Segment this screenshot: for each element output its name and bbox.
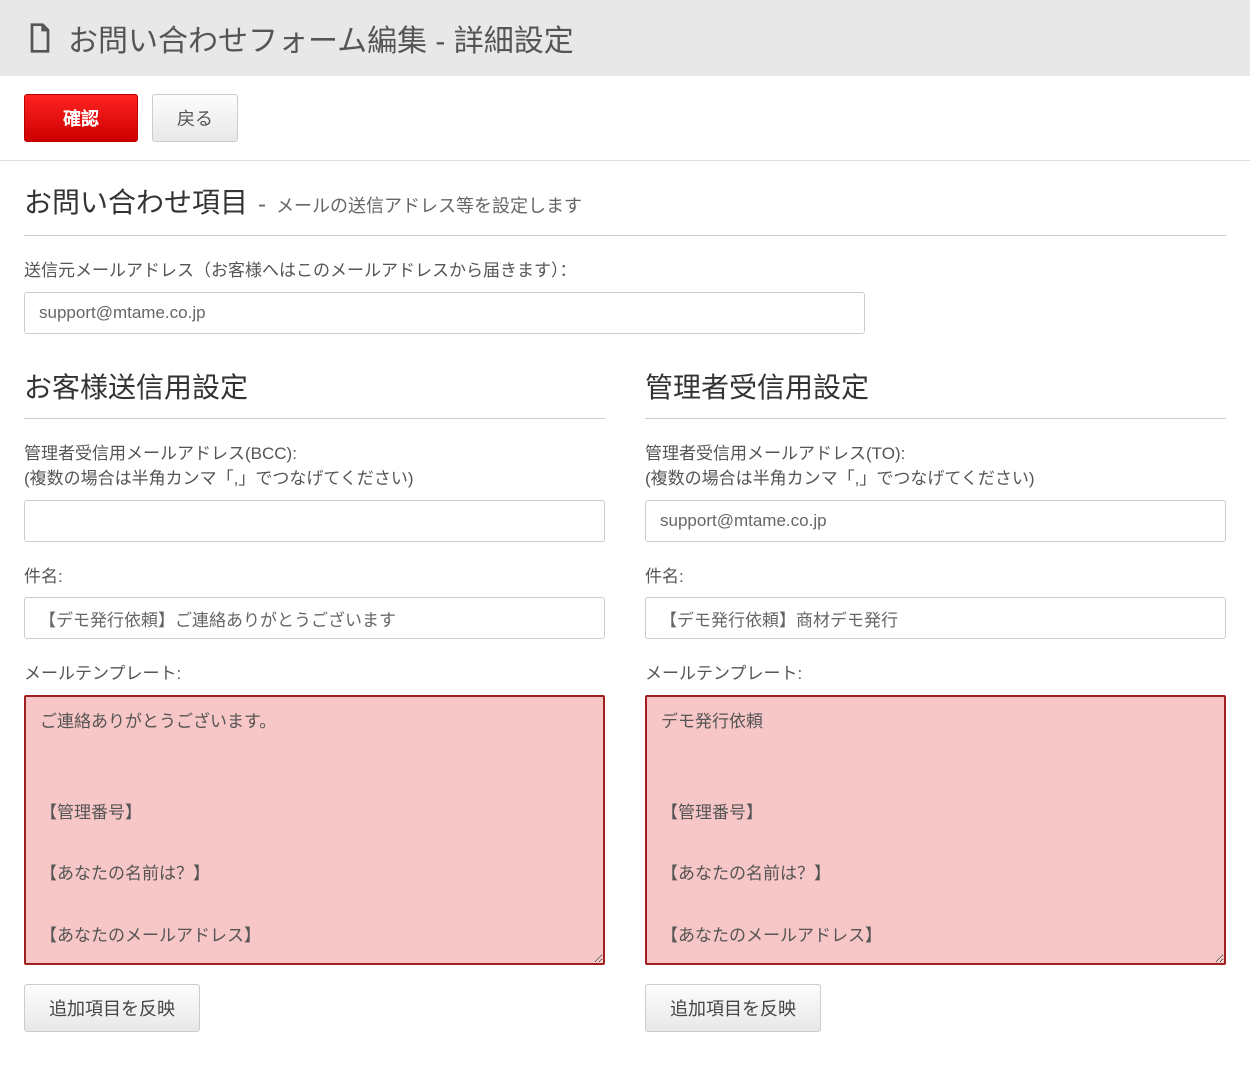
sender-email-label: 送信元メールアドレス（お客様へはこのメールアドレスから届きます）： xyxy=(24,258,1226,284)
admin-to-group: 管理者受信用メールアドレス(TO): (複数の場合は半角カンマ「,」でつなげてく… xyxy=(645,441,1226,542)
customer-apply-button[interactable]: 追加項目を反映 xyxy=(24,984,200,1032)
sender-email-input[interactable] xyxy=(24,292,865,334)
section-separator: - xyxy=(258,191,266,219)
admin-subject-group: 件名: xyxy=(645,564,1226,640)
admin-to-input[interactable] xyxy=(645,500,1226,542)
content-area: お問い合わせ項目 - メールの送信アドレス等を設定します 送信元メールアドレス（… xyxy=(0,161,1250,1074)
customer-bcc-input[interactable] xyxy=(24,500,605,542)
admin-column: 管理者受信用設定 管理者受信用メールアドレス(TO): (複数の場合は半角カンマ… xyxy=(645,366,1226,1054)
customer-template-group: メールテンプレート: 追加項目を反映 xyxy=(24,661,605,1032)
admin-subject-label: 件名: xyxy=(645,564,1226,590)
section-subtitle: メールの送信アドレス等を設定します xyxy=(276,192,582,218)
toolbar: 確認 戻る xyxy=(0,76,1250,161)
two-column-layout: お客様送信用設定 管理者受信用メールアドレス(BCC): (複数の場合は半角カン… xyxy=(24,366,1226,1054)
document-icon xyxy=(24,22,56,54)
admin-to-label: 管理者受信用メールアドレス(TO): (複数の場合は半角カンマ「,」でつなげてく… xyxy=(645,441,1226,492)
admin-template-group: メールテンプレート: 追加項目を反映 xyxy=(645,661,1226,1032)
admin-apply-button[interactable]: 追加項目を反映 xyxy=(645,984,821,1032)
customer-bcc-label-line2: (複数の場合は半角カンマ「,」でつなげてください) xyxy=(24,469,414,488)
customer-subject-label: 件名: xyxy=(24,564,605,590)
customer-template-textarea[interactable] xyxy=(24,695,605,965)
section-title: お問い合わせ項目 xyxy=(24,181,248,221)
sender-email-row: 送信元メールアドレス（お客様へはこのメールアドレスから届きます）： xyxy=(24,258,1226,334)
page-header: お問い合わせフォーム編集 - 詳細設定 xyxy=(0,0,1250,76)
page-title: お問い合わせフォーム編集 - 詳細設定 xyxy=(68,16,574,60)
section-header: お問い合わせ項目 - メールの送信アドレス等を設定します xyxy=(24,181,1226,236)
customer-bcc-label: 管理者受信用メールアドレス(BCC): (複数の場合は半角カンマ「,」でつなげて… xyxy=(24,441,605,492)
customer-bcc-label-line1: 管理者受信用メールアドレス(BCC): xyxy=(24,444,297,463)
customer-column: お客様送信用設定 管理者受信用メールアドレス(BCC): (複数の場合は半角カン… xyxy=(24,366,605,1054)
admin-template-textarea[interactable] xyxy=(645,695,1226,965)
admin-to-label-line1: 管理者受信用メールアドレス(TO): xyxy=(645,444,905,463)
customer-template-label: メールテンプレート: xyxy=(24,661,605,687)
confirm-button[interactable]: 確認 xyxy=(24,94,138,142)
admin-template-label: メールテンプレート: xyxy=(645,661,1226,687)
admin-subject-input[interactable] xyxy=(645,597,1226,639)
customer-heading: お客様送信用設定 xyxy=(24,366,605,419)
customer-subject-input[interactable] xyxy=(24,597,605,639)
customer-subject-group: 件名: xyxy=(24,564,605,640)
customer-bcc-group: 管理者受信用メールアドレス(BCC): (複数の場合は半角カンマ「,」でつなげて… xyxy=(24,441,605,542)
admin-heading: 管理者受信用設定 xyxy=(645,366,1226,419)
admin-to-label-line2: (複数の場合は半角カンマ「,」でつなげてください) xyxy=(645,469,1035,488)
back-button[interactable]: 戻る xyxy=(152,94,238,142)
